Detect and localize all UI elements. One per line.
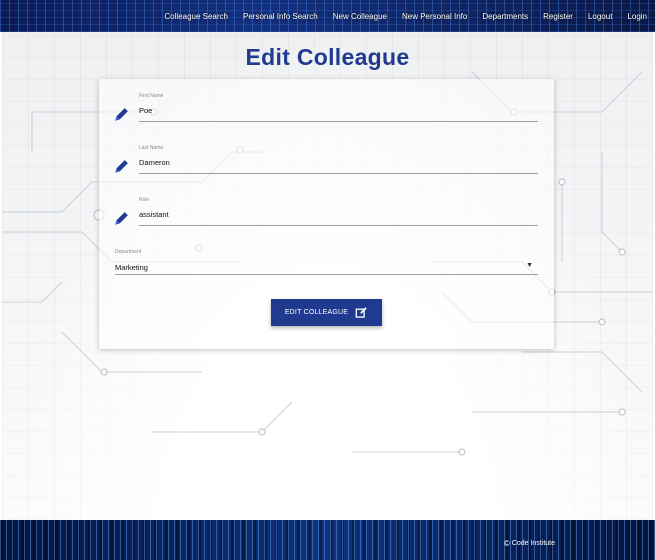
first-name-underline <box>139 121 538 122</box>
department-value[interactable]: Marketing <box>115 263 148 272</box>
first-name-label: First Name <box>139 93 164 99</box>
footer: © Code Institute <box>0 520 655 560</box>
role-label: Role <box>139 197 150 203</box>
nav-personal-info-search[interactable]: Personal Info Search <box>243 12 318 21</box>
navbar: Colleague Search Personal Info Search Ne… <box>0 0 655 32</box>
copyright-icon: © <box>503 539 510 548</box>
first-name-input[interactable]: Poe <box>139 106 152 115</box>
last-name-input[interactable]: Dameron <box>139 158 170 167</box>
role-underline <box>139 225 538 226</box>
last-name-label: Last Name <box>139 145 164 151</box>
nav-logout[interactable]: Logout <box>588 12 612 21</box>
footer-text: Code Institute <box>511 540 555 547</box>
nav-login[interactable]: Login <box>627 12 647 21</box>
chevron-down-icon[interactable]: ▼ <box>526 262 533 269</box>
role-input[interactable]: assistant <box>139 210 169 219</box>
edit-icon <box>355 307 367 318</box>
first-name-field[interactable]: First Name Poe <box>113 93 538 129</box>
pencil-icon <box>115 212 128 225</box>
department-label: Department <box>115 249 142 255</box>
nav-new-colleague[interactable]: New Colleague <box>333 12 387 21</box>
nav-register[interactable]: Register <box>543 12 573 21</box>
footer-credit: © Code Institute <box>504 539 555 548</box>
edit-colleague-form: First Name Poe Last Name Dameron Role as… <box>99 79 554 349</box>
nav-colleague-search[interactable]: Colleague Search <box>164 12 228 21</box>
department-select[interactable]: Department Marketing ▼ <box>115 247 538 277</box>
nav-departments[interactable]: Departments <box>482 12 528 21</box>
last-name-field[interactable]: Last Name Dameron <box>113 145 538 181</box>
pencil-icon <box>115 160 128 173</box>
last-name-underline <box>139 173 538 174</box>
role-field[interactable]: Role assistant <box>113 197 538 233</box>
edit-colleague-button[interactable]: EDIT COLLEAGUE <box>271 299 382 326</box>
pencil-icon <box>115 108 128 121</box>
nav-new-personal-info[interactable]: New Personal Info <box>402 12 467 21</box>
edit-colleague-button-label: EDIT COLLEAGUE <box>284 309 349 316</box>
page-title: Edit Colleague <box>245 44 410 70</box>
department-underline <box>115 274 538 275</box>
